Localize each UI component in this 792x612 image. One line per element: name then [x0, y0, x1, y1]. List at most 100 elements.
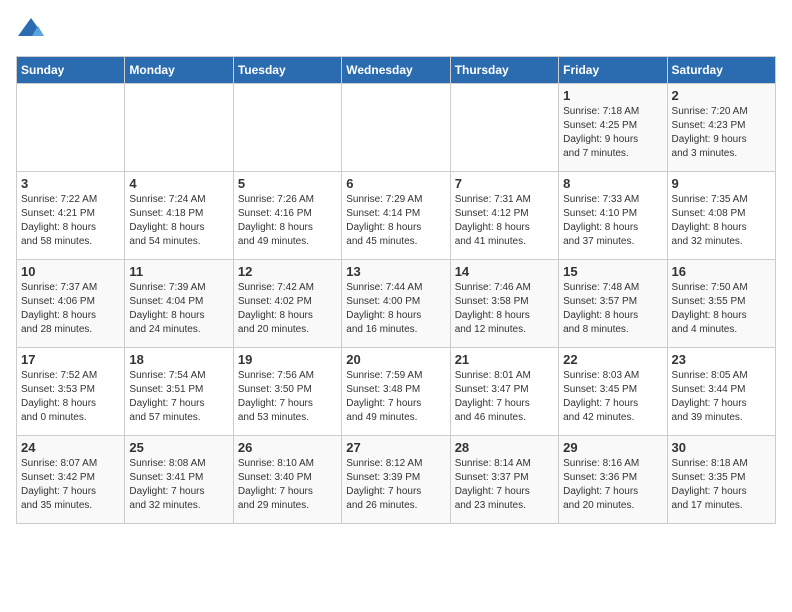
calendar-cell	[342, 84, 450, 172]
calendar-cell	[450, 84, 558, 172]
day-info: Sunrise: 7:56 AM Sunset: 3:50 PM Dayligh…	[238, 369, 337, 425]
calendar-cell: 8 Sunrise: 7:33 AM Sunset: 4:10 PM Daylig…	[559, 172, 667, 260]
calendar-cell: 20Sunrise: 7:59 AM Sunset: 3:48 PM Dayli…	[342, 348, 450, 436]
header-friday: Friday	[559, 57, 667, 84]
day-info: Sunrise: 7:33 AM Sunset: 4:10 PM Dayligh…	[563, 193, 662, 249]
day-number: 17	[21, 352, 120, 367]
calendar-cell: 24 Sunrise: 8:07 AM Sunset: 3:42 PM Dayli…	[17, 436, 125, 524]
calendar-table: SundayMondayTuesdayWednesdayThursdayFrid…	[16, 56, 776, 524]
day-info: Sunrise: 8:03 AM Sunset: 3:45 PM Dayligh…	[563, 369, 662, 425]
calendar-cell: 2 Sunrise: 7:20 AM Sunset: 4:23 PM Daylig…	[667, 84, 775, 172]
calendar-cell: 13Sunrise: 7:44 AM Sunset: 4:00 PM Dayli…	[342, 260, 450, 348]
day-number: 16	[672, 264, 771, 279]
calendar-cell: 30 Sunrise: 8:18 AM Sunset: 3:35 PM Dayli…	[667, 436, 775, 524]
day-info: Sunrise: 7:46 AM Sunset: 3:58 PM Dayligh…	[455, 281, 554, 337]
day-info: Sunrise: 8:14 AM Sunset: 3:37 PM Dayligh…	[455, 457, 554, 513]
day-number: 14	[455, 264, 554, 279]
day-info: Sunrise: 7:50 AM Sunset: 3:55 PM Dayligh…	[672, 281, 771, 337]
calendar-cell: 25 Sunrise: 8:08 AM Sunset: 3:41 PM Dayli…	[125, 436, 233, 524]
calendar-cell: 22Sunrise: 8:03 AM Sunset: 3:45 PM Dayli…	[559, 348, 667, 436]
day-info: Sunrise: 8:07 AM Sunset: 3:42 PM Dayligh…	[21, 457, 120, 513]
day-info: Sunrise: 8:16 AM Sunset: 3:36 PM Dayligh…	[563, 457, 662, 513]
header-tuesday: Tuesday	[233, 57, 341, 84]
logo-icon	[16, 16, 46, 46]
day-info: Sunrise: 8:12 AM Sunset: 3:39 PM Dayligh…	[346, 457, 445, 513]
day-number: 4	[129, 176, 228, 191]
calendar-cell: 3 Sunrise: 7:22 AM Sunset: 4:21 PM Daylig…	[17, 172, 125, 260]
week-row-0: 1 Sunrise: 7:18 AM Sunset: 4:25 PM Daylig…	[17, 84, 776, 172]
day-info: Sunrise: 7:22 AM Sunset: 4:21 PM Dayligh…	[21, 193, 120, 249]
calendar-cell: 21 Sunrise: 8:01 AM Sunset: 3:47 PM Dayli…	[450, 348, 558, 436]
day-info: Sunrise: 7:24 AM Sunset: 4:18 PM Dayligh…	[129, 193, 228, 249]
day-info: Sunrise: 7:54 AM Sunset: 3:51 PM Dayligh…	[129, 369, 228, 425]
header-row: SundayMondayTuesdayWednesdayThursdayFrid…	[17, 57, 776, 84]
calendar-cell	[17, 84, 125, 172]
calendar-cell: 28 Sunrise: 8:14 AM Sunset: 3:37 PM Dayli…	[450, 436, 558, 524]
day-number: 18	[129, 352, 228, 367]
day-number: 13	[346, 264, 445, 279]
day-info: Sunrise: 7:26 AM Sunset: 4:16 PM Dayligh…	[238, 193, 337, 249]
day-number: 26	[238, 440, 337, 455]
day-number: 27	[346, 440, 445, 455]
calendar-cell: 1 Sunrise: 7:18 AM Sunset: 4:25 PM Daylig…	[559, 84, 667, 172]
day-number: 1	[563, 88, 662, 103]
day-number: 8	[563, 176, 662, 191]
day-info: Sunrise: 7:52 AM Sunset: 3:53 PM Dayligh…	[21, 369, 120, 425]
day-info: Sunrise: 7:39 AM Sunset: 4:04 PM Dayligh…	[129, 281, 228, 337]
calendar-cell: 23 Sunrise: 8:05 AM Sunset: 3:44 PM Dayli…	[667, 348, 775, 436]
day-number: 3	[21, 176, 120, 191]
calendar-cell: 11 Sunrise: 7:39 AM Sunset: 4:04 PM Dayli…	[125, 260, 233, 348]
header-monday: Monday	[125, 57, 233, 84]
day-info: Sunrise: 7:20 AM Sunset: 4:23 PM Dayligh…	[672, 105, 771, 161]
header-sunday: Sunday	[17, 57, 125, 84]
header-saturday: Saturday	[667, 57, 775, 84]
day-info: Sunrise: 7:59 AM Sunset: 3:48 PM Dayligh…	[346, 369, 445, 425]
day-number: 30	[672, 440, 771, 455]
day-info: Sunrise: 8:05 AM Sunset: 3:44 PM Dayligh…	[672, 369, 771, 425]
header-thursday: Thursday	[450, 57, 558, 84]
day-info: Sunrise: 7:35 AM Sunset: 4:08 PM Dayligh…	[672, 193, 771, 249]
calendar-cell	[125, 84, 233, 172]
day-number: 23	[672, 352, 771, 367]
header-wednesday: Wednesday	[342, 57, 450, 84]
calendar-cell: 12Sunrise: 7:42 AM Sunset: 4:02 PM Dayli…	[233, 260, 341, 348]
day-number: 15	[563, 264, 662, 279]
calendar-cell: 7Sunrise: 7:31 AM Sunset: 4:12 PM Daylig…	[450, 172, 558, 260]
calendar-header: SundayMondayTuesdayWednesdayThursdayFrid…	[17, 57, 776, 84]
day-number: 24	[21, 440, 120, 455]
calendar-cell: 15Sunrise: 7:48 AM Sunset: 3:57 PM Dayli…	[559, 260, 667, 348]
week-row-4: 24 Sunrise: 8:07 AM Sunset: 3:42 PM Dayli…	[17, 436, 776, 524]
day-info: Sunrise: 7:37 AM Sunset: 4:06 PM Dayligh…	[21, 281, 120, 337]
calendar-cell: 4 Sunrise: 7:24 AM Sunset: 4:18 PM Daylig…	[125, 172, 233, 260]
day-info: Sunrise: 7:31 AM Sunset: 4:12 PM Dayligh…	[455, 193, 554, 249]
day-info: Sunrise: 8:18 AM Sunset: 3:35 PM Dayligh…	[672, 457, 771, 513]
calendar-cell: 19 Sunrise: 7:56 AM Sunset: 3:50 PM Dayli…	[233, 348, 341, 436]
day-info: Sunrise: 8:10 AM Sunset: 3:40 PM Dayligh…	[238, 457, 337, 513]
day-number: 2	[672, 88, 771, 103]
calendar-cell	[233, 84, 341, 172]
day-number: 28	[455, 440, 554, 455]
day-number: 11	[129, 264, 228, 279]
day-info: Sunrise: 7:18 AM Sunset: 4:25 PM Dayligh…	[563, 105, 662, 161]
day-number: 21	[455, 352, 554, 367]
week-row-1: 3 Sunrise: 7:22 AM Sunset: 4:21 PM Daylig…	[17, 172, 776, 260]
day-info: Sunrise: 7:29 AM Sunset: 4:14 PM Dayligh…	[346, 193, 445, 249]
calendar-cell: 16 Sunrise: 7:50 AM Sunset: 3:55 PM Dayli…	[667, 260, 775, 348]
week-row-3: 17 Sunrise: 7:52 AM Sunset: 3:53 PM Dayli…	[17, 348, 776, 436]
day-number: 25	[129, 440, 228, 455]
logo	[16, 16, 50, 46]
day-number: 9	[672, 176, 771, 191]
day-number: 19	[238, 352, 337, 367]
calendar-cell: 10 Sunrise: 7:37 AM Sunset: 4:06 PM Dayli…	[17, 260, 125, 348]
calendar-cell: 17 Sunrise: 7:52 AM Sunset: 3:53 PM Dayli…	[17, 348, 125, 436]
day-info: Sunrise: 8:08 AM Sunset: 3:41 PM Dayligh…	[129, 457, 228, 513]
calendar-cell: 26 Sunrise: 8:10 AM Sunset: 3:40 PM Dayli…	[233, 436, 341, 524]
page-header	[16, 16, 776, 46]
calendar-cell: 18 Sunrise: 7:54 AM Sunset: 3:51 PM Dayli…	[125, 348, 233, 436]
calendar-cell: 6Sunrise: 7:29 AM Sunset: 4:14 PM Daylig…	[342, 172, 450, 260]
day-info: Sunrise: 8:01 AM Sunset: 3:47 PM Dayligh…	[455, 369, 554, 425]
calendar-cell: 14 Sunrise: 7:46 AM Sunset: 3:58 PM Dayli…	[450, 260, 558, 348]
calendar-cell: 5Sunrise: 7:26 AM Sunset: 4:16 PM Daylig…	[233, 172, 341, 260]
day-number: 10	[21, 264, 120, 279]
day-info: Sunrise: 7:42 AM Sunset: 4:02 PM Dayligh…	[238, 281, 337, 337]
